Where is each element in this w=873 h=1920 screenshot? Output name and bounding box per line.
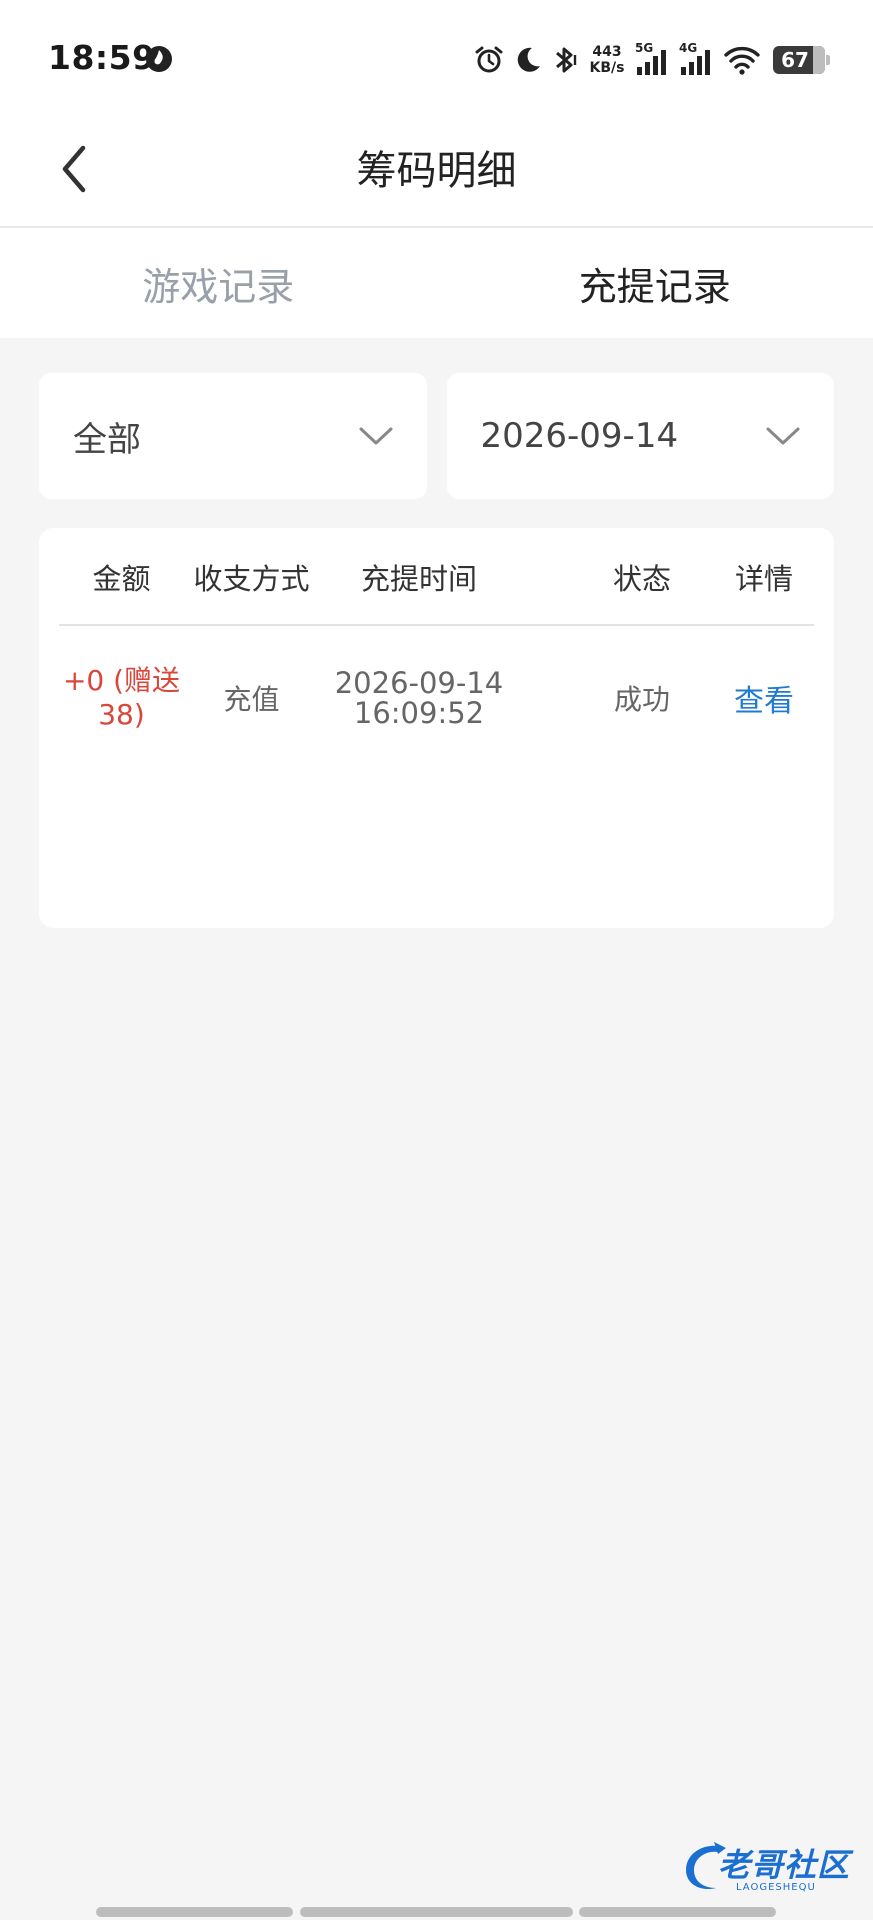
filters: 全部 2026-09-14: [39, 373, 834, 499]
signal-icon: [681, 50, 710, 75]
header-time: 充提时间: [360, 562, 477, 596]
records-table: 金额 收支方式 充提时间 状态 详情 +0 (赠送 38) 充值 2026-09…: [39, 528, 834, 928]
header-amount: 金额: [92, 562, 151, 596]
table-header: 金额 收支方式 充提时间 状态 详情: [59, 528, 814, 626]
row-method: 充值: [223, 683, 280, 716]
signal-5g: 5G: [635, 41, 671, 77]
battery-level-text: 67: [781, 48, 809, 72]
screen: 18:59 443 KB/s 5G 4G 67 筹码明细 游戏记录 充提记录 全…: [0, 0, 873, 1920]
date-filter-dropdown[interactable]: 2026-09-14: [446, 373, 834, 499]
nav-bar: 筹码明细: [0, 110, 873, 228]
watermark-subtext: LAOGESHEQU: [736, 1882, 816, 1893]
row-clock: 16:09:52: [353, 696, 485, 730]
nav-indicator-right: [579, 1907, 776, 1917]
row-status: 成功: [613, 683, 670, 716]
wifi-icon: [724, 46, 760, 75]
table-row: +0 (赠送 38) 充值 2026-09-14 16:09:52 成功 查看: [59, 628, 814, 768]
status-time: 18:59: [48, 38, 156, 77]
watermark-text: 老哥社区: [718, 1846, 851, 1884]
row-amount-line2: 38): [98, 698, 145, 731]
signal-icon: [637, 50, 666, 75]
row-amount: +0 (赠送 38): [59, 628, 184, 768]
watermark-logo: 老哥社区 LAOGESHEQU: [678, 1838, 862, 1900]
tab-bar: 游戏记录 充提记录: [0, 228, 873, 338]
header-status: 状态: [612, 562, 671, 596]
net-speed: 443 KB/s: [587, 44, 627, 76]
alarm-icon: [475, 46, 503, 73]
chevron-down-icon: [766, 427, 800, 445]
header-detail: 详情: [734, 562, 793, 596]
date-filter-value: 2026-09-14: [480, 416, 679, 456]
row-date: 2026-09-14: [334, 666, 504, 700]
moon-icon: [517, 47, 540, 72]
row-time: 2026-09-14 16:09:52: [319, 628, 519, 768]
bluetooth-icon: [556, 47, 577, 73]
tab-deposit-withdraw-records[interactable]: 充提记录: [437, 228, 873, 338]
net-speed-unit: KB/s: [589, 60, 625, 76]
battery-icon: 67: [773, 46, 830, 74]
net-speed-value: 443: [592, 44, 622, 60]
type-filter-dropdown[interactable]: 全部: [39, 373, 427, 499]
type-filter-value: 全部: [73, 419, 141, 460]
app-notification-icon: [146, 46, 172, 72]
signal-4g: 4G: [679, 41, 715, 77]
view-detail-link[interactable]: 查看: [714, 628, 814, 768]
header-method: 收支方式: [193, 562, 310, 596]
nav-indicator-left: [96, 1907, 293, 1917]
status-icons: 443 KB/s 5G 4G 67: [473, 40, 830, 80]
chevron-down-icon: [359, 427, 392, 445]
row-amount-line1: +0 (赠送: [62, 664, 181, 697]
status-bar: 18:59 443 KB/s 5G 4G 67: [0, 0, 873, 110]
page-title: 筹码明细: [356, 148, 517, 194]
tab-game-records[interactable]: 游戏记录: [0, 228, 437, 338]
nav-indicator-center: [300, 1907, 573, 1917]
